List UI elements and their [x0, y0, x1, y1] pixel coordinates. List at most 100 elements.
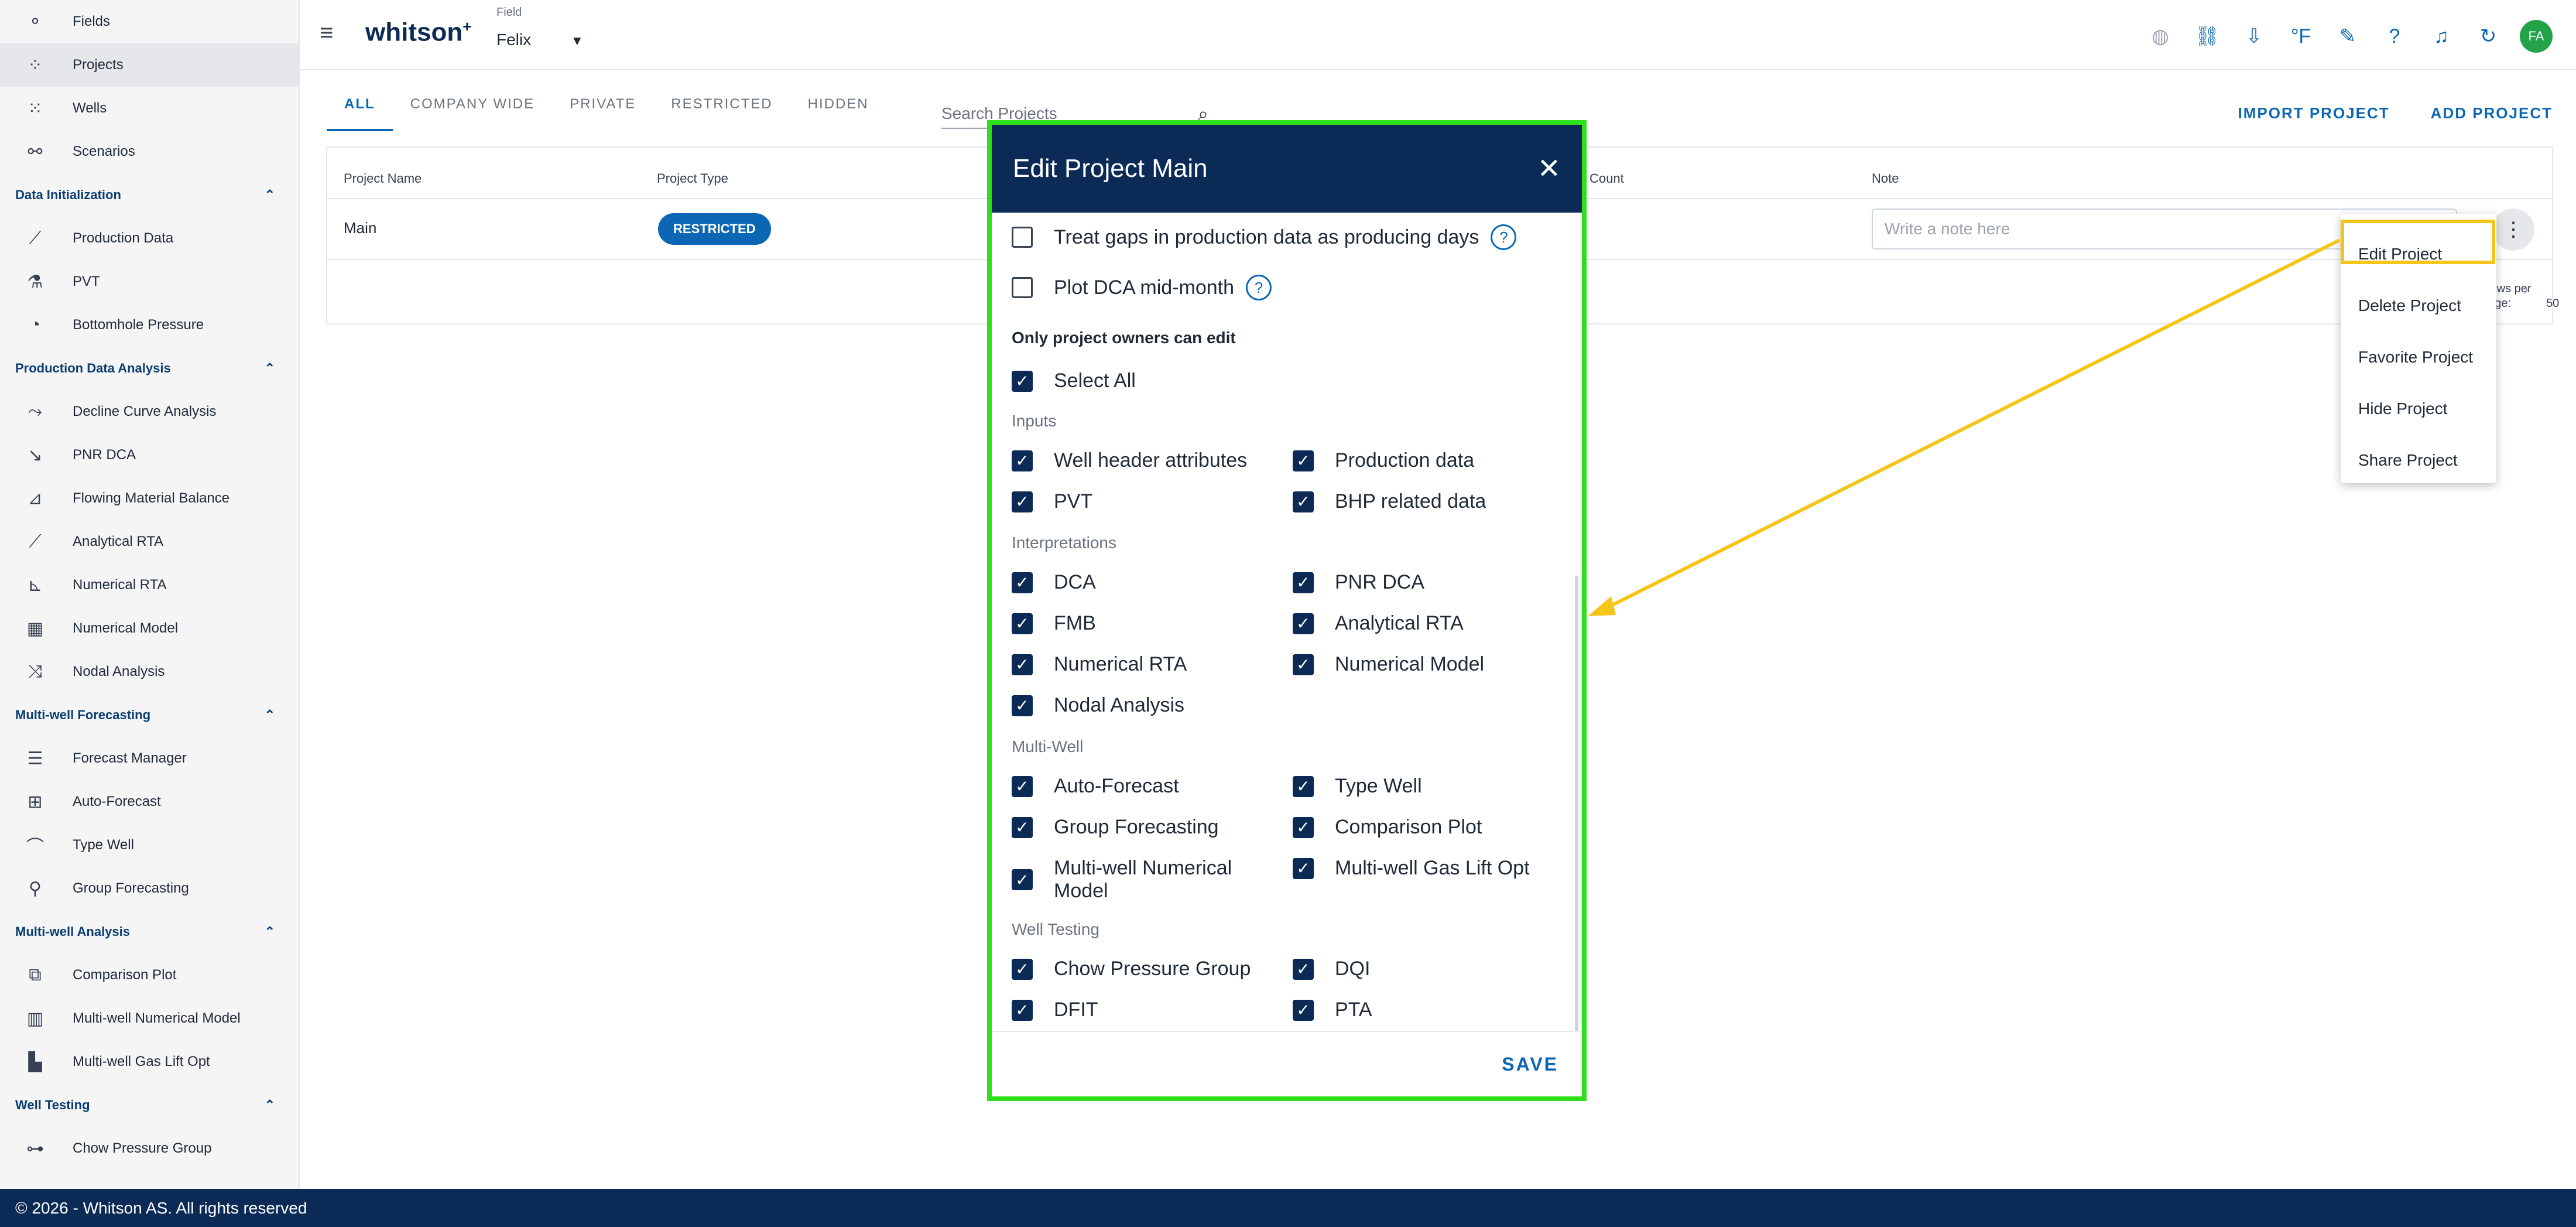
scenarios-icon: ⚯	[28, 142, 43, 162]
checkbox-auto-forecast[interactable]: ✓	[1012, 775, 1033, 797]
checkbox-dca[interactable]: ✓	[1012, 572, 1033, 593]
sidebar-item-bottomhole-pressure[interactable]: ◔ Bottomhole Pressure	[0, 303, 299, 347]
sidebar-section-production-data-analysis[interactable]: Production Data Analysis ⌃	[0, 347, 299, 390]
sidebar-item-fmb[interactable]: ⊿ Flowing Material Balance	[0, 477, 299, 520]
avatar[interactable]: FA	[2520, 20, 2553, 53]
checkbox-numerical-model[interactable]: ✓	[1293, 654, 1314, 675]
sidebar-section-well-testing[interactable]: Well Testing ⌃	[0, 1084, 299, 1127]
column-header-count[interactable]: Count	[1590, 171, 1624, 186]
checkbox-production-data[interactable]: ✓	[1293, 450, 1314, 471]
sidebar-item-comparison-plot[interactable]: ⧉ Comparison Plot	[0, 953, 299, 997]
chow-icon: ⊶	[26, 1139, 44, 1158]
sidebar-item-chow-pressure-group[interactable]: ⊶ Chow Pressure Group	[0, 1127, 299, 1170]
temperature-unit-icon[interactable]: °F	[2286, 21, 2316, 52]
sidebar-item-fields[interactable]: ⚬ Fields	[0, 0, 299, 43]
nodal-icon: ⤨	[28, 662, 42, 681]
column-header-note[interactable]: Note	[1872, 171, 1899, 186]
list-icon: ☰	[27, 748, 43, 768]
chevron-up-icon: ⌃	[264, 361, 275, 375]
checkbox-type-well[interactable]: ✓	[1293, 775, 1314, 797]
wells-icon: ⁙	[28, 98, 43, 118]
checkbox-fmb[interactable]: ✓	[1012, 613, 1033, 634]
sidebar-item-auto-forecast[interactable]: ⊞ Auto-Forecast	[0, 780, 299, 823]
bell-icon[interactable]: ♫	[2426, 21, 2457, 52]
download-icon[interactable]: ⇩	[2239, 21, 2269, 52]
more-vert-icon[interactable]: ⋮	[2492, 209, 2534, 251]
checkbox-pnr-dca[interactable]: ✓	[1293, 572, 1314, 593]
sidebar-section-data-initialization[interactable]: Data Initialization ⌃	[0, 173, 299, 217]
tab-private[interactable]: PRIVATE	[552, 88, 653, 131]
tab-restricted[interactable]: RESTRICTED	[653, 88, 790, 131]
dialog-header: Edit Project Main ✕	[992, 125, 1582, 213]
menu-item-hide-project[interactable]: Hide Project	[2341, 383, 2496, 435]
field-select[interactable]: Felix ▼	[496, 30, 584, 49]
sidebar-item-group-forecasting[interactable]: ⚲ Group Forecasting	[0, 867, 299, 910]
checkbox-dqi[interactable]: ✓	[1293, 958, 1314, 980]
column-header-name[interactable]: Project Name	[344, 171, 422, 186]
project-tabs: ALL COMPANY WIDE PRIVATE RESTRICTED HIDD…	[327, 88, 886, 131]
refresh-icon[interactable]: ↻	[2473, 21, 2503, 52]
menu-item-delete-project[interactable]: Delete Project	[2341, 280, 2496, 331]
sidebar-item-numerical-model[interactable]: ▦ Numerical Model	[0, 607, 299, 650]
menu-icon[interactable]: ≡	[320, 20, 333, 46]
project-name-cell[interactable]: Main	[344, 219, 376, 237]
sidebar-item-mw-gas-lift[interactable]: ▙ Multi-well Gas Lift Opt	[0, 1040, 299, 1084]
checkbox-pta[interactable]: ✓	[1293, 999, 1314, 1021]
owners-edit-label: Only project owners can edit	[1012, 329, 1236, 347]
sidebar-item-numerical-rta[interactable]: ⊾ Numerical RTA	[0, 563, 299, 607]
column-header-type[interactable]: Project Type	[657, 171, 728, 186]
help-icon[interactable]: ?	[2379, 21, 2410, 52]
sidebar-item-nodal-analysis[interactable]: ⤨ Nodal Analysis	[0, 650, 299, 693]
sidebar-item-scenarios[interactable]: ⚯ Scenarios	[0, 130, 299, 173]
gaps-checkbox[interactable]	[1012, 227, 1033, 248]
add-project-button[interactable]: ADD PROJECT	[2431, 104, 2553, 122]
grid-icon: ▦	[26, 618, 44, 638]
menu-item-share-project[interactable]: Share Project	[2341, 435, 2496, 486]
help-icon[interactable]: ?	[1246, 275, 1272, 300]
sidebar-item-forecast-manager[interactable]: ☰ Forecast Manager	[0, 737, 299, 780]
checkbox-group-forecasting[interactable]: ✓	[1012, 816, 1033, 838]
tab-hidden[interactable]: HIDDEN	[790, 88, 886, 131]
sidebar-item-production-data[interactable]: ⟋ Production Data	[0, 217, 299, 260]
checkbox-nodal-analysis[interactable]: ✓	[1012, 695, 1033, 716]
checkbox-numerical-rta[interactable]: ✓	[1012, 654, 1033, 675]
tab-company-wide[interactable]: COMPANY WIDE	[393, 88, 552, 131]
help-icon[interactable]: ?	[1491, 224, 1517, 250]
checkbox-dfit[interactable]: ✓	[1012, 999, 1033, 1021]
rows-per-page-select[interactable]: 50	[2546, 297, 2559, 310]
next-page-icon[interactable]: ›	[2523, 280, 2529, 299]
checkbox-chow[interactable]: ✓	[1012, 958, 1033, 980]
globe-icon[interactable]: ◍	[2145, 21, 2176, 52]
checkbox-well-header[interactable]: ✓	[1012, 450, 1033, 471]
dialog-scrollbar[interactable]	[1575, 576, 1578, 1032]
checkbox-mw-gas-lift[interactable]: ✓	[1293, 857, 1314, 879]
feedback-icon[interactable]: ✎	[2332, 21, 2363, 52]
line-chart-icon: ⟋	[29, 228, 42, 248]
close-icon[interactable]: ✕	[1537, 152, 1561, 185]
mid-month-checkbox[interactable]	[1012, 277, 1033, 298]
checkbox-pvt[interactable]: ✓	[1012, 491, 1033, 512]
sidebar: ⚬ Fields ⁘ Projects ⁙ Wells ⚯ Scenarios Data…	[0, 0, 300, 1189]
status-badge: RESTRICTED	[658, 213, 771, 245]
checkbox-comparison-plot[interactable]: ✓	[1293, 816, 1314, 838]
checkbox-mw-numerical-model[interactable]: ✓	[1012, 869, 1033, 890]
sidebar-item-pvt[interactable]: ⚗ PVT	[0, 260, 299, 303]
sidebar-item-type-well[interactable]: ⌒ Type Well	[0, 823, 299, 867]
save-button[interactable]: SAVE	[1502, 1054, 1558, 1075]
checkbox-analytical-rta[interactable]: ✓	[1293, 613, 1314, 634]
sidebar-item-analytical-rta[interactable]: ⟋ Analytical RTA	[0, 520, 299, 563]
sidebar-item-pnr-dca[interactable]: ↘ PNR DCA	[0, 433, 299, 477]
import-project-button[interactable]: IMPORT PROJECT	[2238, 104, 2390, 122]
sidebar-item-wells[interactable]: ⁙ Wells	[0, 87, 299, 130]
dialog-title: Edit Project Main	[1013, 154, 1208, 183]
menu-item-favorite-project[interactable]: Favorite Project	[2341, 331, 2496, 383]
tab-all[interactable]: ALL	[327, 88, 393, 131]
select-all-checkbox[interactable]: ✓	[1012, 370, 1033, 392]
sidebar-item-mw-numerical-model[interactable]: ▥ Multi-well Numerical Model	[0, 997, 299, 1040]
link-icon[interactable]: ⛓	[2192, 21, 2222, 52]
sidebar-item-dca[interactable]: ⤳ Decline Curve Analysis	[0, 390, 299, 433]
sidebar-item-projects[interactable]: ⁘ Projects	[0, 43, 299, 87]
checkbox-bhp[interactable]: ✓	[1293, 491, 1314, 512]
sidebar-section-multi-well-forecasting[interactable]: Multi-well Forecasting ⌃	[0, 693, 299, 737]
sidebar-section-multi-well-analysis[interactable]: Multi-well Analysis ⌃	[0, 910, 299, 953]
